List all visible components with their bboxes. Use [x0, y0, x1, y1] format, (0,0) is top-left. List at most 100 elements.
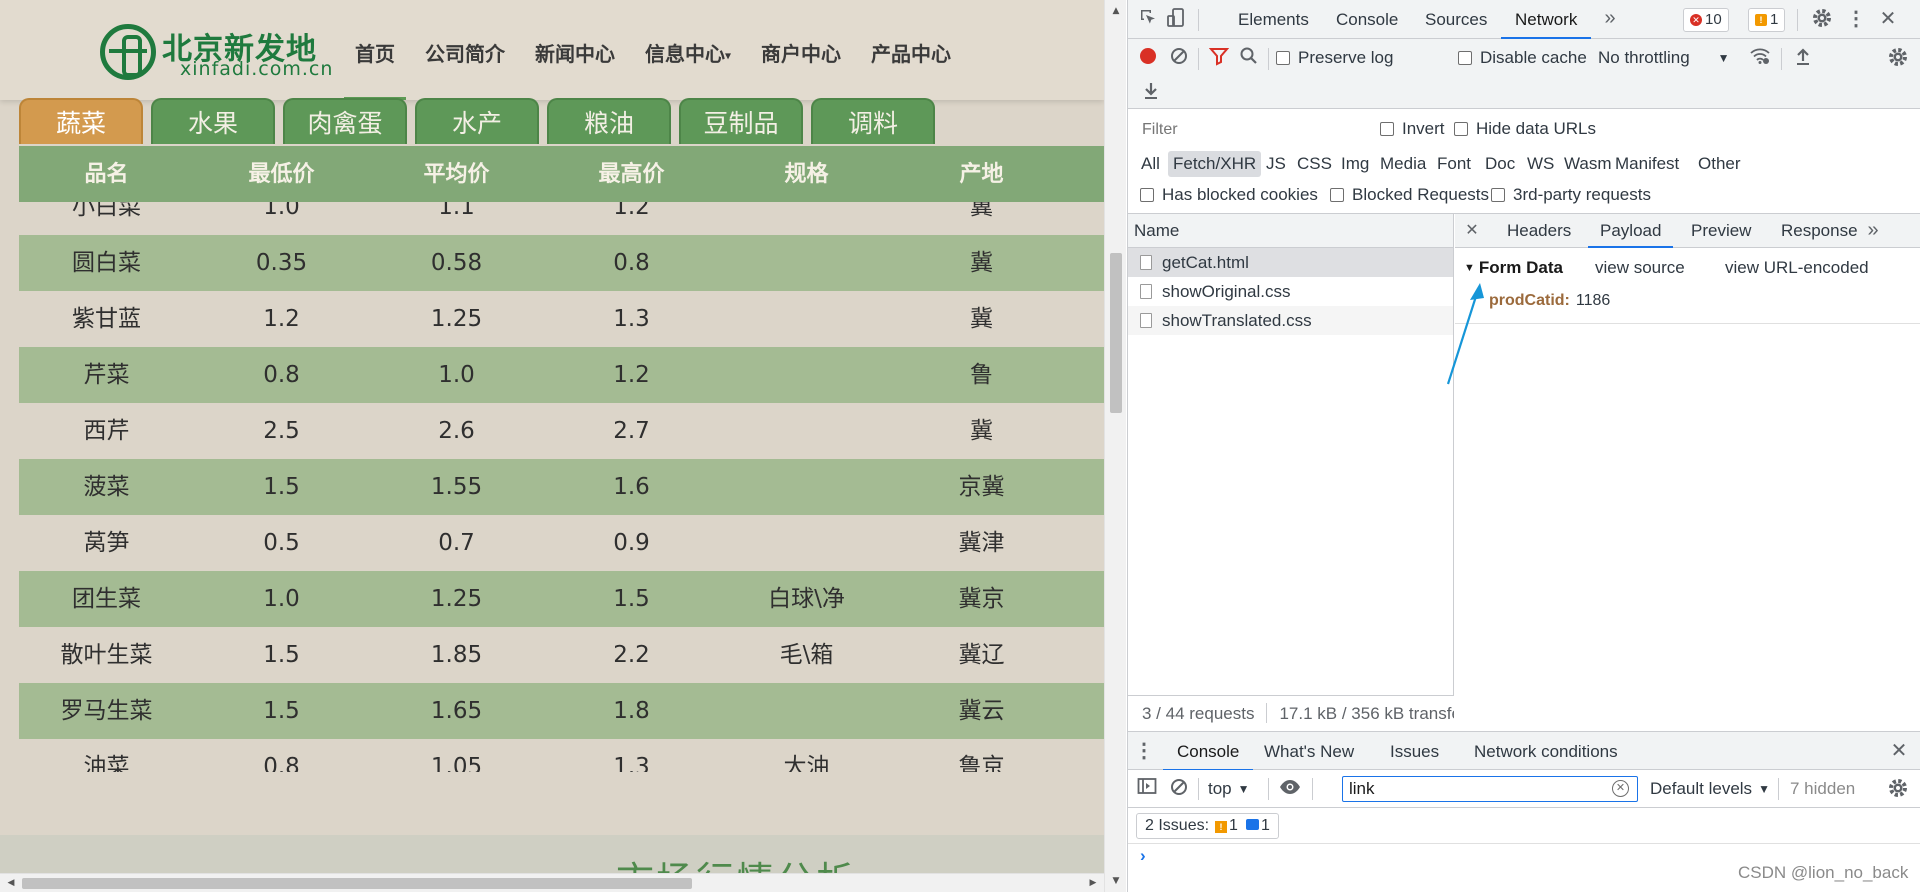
request-row[interactable]: showOriginal.css	[1128, 277, 1453, 306]
tab-sources[interactable]: Sources	[1425, 0, 1487, 38]
nav-home[interactable]: 首页	[340, 0, 410, 100]
close-drawer-icon[interactable]: ✕	[1888, 739, 1910, 763]
nav-info-center[interactable]: 信息中心▾	[630, 0, 746, 100]
tab-aquatic[interactable]: 水产	[415, 98, 539, 144]
console-filter-input[interactable]	[1342, 776, 1638, 802]
clear-filter-icon[interactable]: ✕	[1612, 780, 1629, 797]
tab-payload[interactable]: Payload	[1587, 214, 1674, 248]
export-har-icon[interactable]	[1140, 80, 1162, 106]
issues-label: 2 Issues:	[1145, 817, 1210, 834]
scroll-left-icon[interactable]: ◀	[2, 874, 20, 892]
third-party-requests-checkbox[interactable]: 3rd-party requests	[1491, 185, 1651, 205]
request-row[interactable]: getCat.html	[1128, 248, 1453, 277]
table-row: 团生菜 1.0 1.25 1.5 白球\净 冀京	[19, 571, 1104, 627]
live-expression-eye-icon[interactable]	[1278, 777, 1302, 801]
type-filter-ws[interactable]: WS	[1522, 151, 1559, 177]
tab-elements[interactable]: Elements	[1238, 0, 1309, 38]
type-filter-manifest[interactable]: Manifest	[1610, 151, 1684, 177]
network-settings-gear-icon[interactable]	[1886, 46, 1910, 74]
issues-chip[interactable]: 2 Issues:! 1 1	[1136, 813, 1279, 839]
drawer-tab-issues[interactable]: Issues	[1390, 732, 1439, 770]
scroll-down-icon[interactable]: ▼	[1105, 872, 1127, 890]
record-icon[interactable]	[1137, 46, 1159, 72]
type-filter-all[interactable]: All	[1136, 151, 1165, 177]
scroll-up-icon[interactable]: ▲	[1105, 2, 1127, 20]
tab-grain-oil[interactable]: 粮油	[547, 98, 671, 144]
filter-funnel-icon[interactable]	[1208, 46, 1230, 72]
network-filter-input[interactable]	[1138, 117, 1368, 143]
tab-headers[interactable]: Headers	[1507, 214, 1571, 247]
nav-merchant-center[interactable]: 商户中心	[746, 0, 856, 100]
view-url-encoded-link[interactable]: view URL-encoded	[1725, 258, 1869, 278]
inspect-element-icon[interactable]	[1136, 7, 1160, 33]
type-filter-font[interactable]: Font	[1432, 151, 1476, 177]
tab-vegetables[interactable]: 蔬菜	[19, 98, 143, 144]
tab-soy-products[interactable]: 豆制品	[679, 98, 803, 144]
warning-count-badge[interactable]: ! 1	[1748, 8, 1786, 32]
drawer-tab-console[interactable]: Console	[1162, 732, 1254, 771]
nav-product-center[interactable]: 产品中心	[856, 0, 966, 100]
network-conditions-wifi-icon[interactable]	[1748, 46, 1772, 72]
drawer-tab-whats-new[interactable]: What's New	[1264, 732, 1354, 770]
disable-cache-checkbox[interactable]: Disable cache	[1458, 46, 1587, 70]
drawer-tab-network-conditions[interactable]: Network conditions	[1474, 732, 1618, 770]
cell-avg-price: 1.0	[438, 362, 475, 388]
form-data-header[interactable]: ▼ Form Data	[1464, 258, 1563, 278]
nav-company-profile[interactable]: 公司简介	[410, 0, 520, 100]
request-row[interactable]: showTranslated.css	[1128, 306, 1453, 335]
table-body[interactable]: 小白菜 1.0 1.1 1.2 冀圆白菜 0.35 0.58 0.8 冀紫甘蓝 1.2 1.25 1.…	[19, 202, 1104, 772]
clear-log-icon[interactable]	[1168, 46, 1190, 72]
hide-data-urls-checkbox[interactable]: Hide data URLs	[1454, 119, 1596, 139]
type-filter-other[interactable]: Other	[1693, 151, 1746, 177]
horizontal-scrollbar[interactable]: ◀ ▶	[0, 873, 1104, 892]
type-filter-img[interactable]: Img	[1336, 151, 1374, 177]
tab-console[interactable]: Console	[1336, 0, 1398, 38]
view-source-link[interactable]: view source	[1595, 258, 1685, 278]
dropdown-caret-icon: ▾	[725, 48, 732, 63]
tab-response[interactable]: Response	[1781, 214, 1858, 247]
context-selector[interactable]: top ▼	[1208, 777, 1250, 801]
console-prompt-icon[interactable]: ›	[1140, 846, 1146, 866]
settings-gear-icon[interactable]	[1810, 7, 1834, 35]
invert-checkbox[interactable]: Invert	[1380, 119, 1445, 139]
preserve-log-checkbox[interactable]: Preserve log	[1276, 46, 1393, 70]
more-detail-tabs-icon[interactable]: »	[1865, 218, 1881, 242]
type-filter-css[interactable]: CSS	[1292, 151, 1337, 177]
type-filter-wasm[interactable]: Wasm	[1559, 151, 1617, 177]
scroll-right-icon[interactable]: ▶	[1084, 874, 1102, 892]
tab-network[interactable]: Network	[1500, 0, 1592, 39]
console-settings-gear-icon[interactable]	[1886, 777, 1910, 805]
type-filter-doc[interactable]: Doc	[1480, 151, 1520, 177]
tab-meat-poultry-eggs[interactable]: 肉禽蛋	[283, 98, 407, 144]
form-field-row: prodCatid: 1186	[1489, 292, 1610, 310]
close-devtools-icon[interactable]: ✕	[1876, 7, 1900, 31]
console-sidebar-toggle-icon[interactable]	[1136, 777, 1158, 801]
device-toolbar-icon[interactable]	[1164, 7, 1188, 35]
more-tabs-icon[interactable]: »	[1602, 6, 1618, 30]
tab-fruits[interactable]: 水果	[151, 98, 275, 144]
clear-console-icon[interactable]	[1168, 777, 1190, 803]
more-options-icon[interactable]: ⋮	[1846, 7, 1866, 31]
type-filter-js[interactable]: JS	[1261, 151, 1291, 177]
vertical-scrollbar[interactable]: ▲ ▼	[1104, 0, 1126, 892]
horizontal-scroll-thumb[interactable]	[22, 878, 692, 889]
site-logo[interactable]: 北京新发地 xinfadi.com.cn	[100, 22, 332, 82]
name-column-header[interactable]: Name	[1128, 214, 1453, 248]
throttling-select[interactable]: No throttling ▼	[1598, 46, 1730, 70]
table-row: 油菜 0.8 1.05 1.3 大油 鲁京	[19, 739, 1104, 772]
toolbar-divider	[1198, 48, 1199, 70]
tab-preview[interactable]: Preview	[1691, 214, 1751, 247]
vertical-scroll-thumb[interactable]	[1110, 253, 1122, 413]
drawer-menu-icon[interactable]: ⋮	[1134, 739, 1154, 763]
search-icon[interactable]	[1238, 46, 1260, 72]
blocked-requests-checkbox[interactable]: Blocked Requests	[1330, 185, 1489, 205]
type-filter-media[interactable]: Media	[1375, 151, 1431, 177]
import-har-icon[interactable]	[1792, 46, 1814, 72]
tab-seasonings[interactable]: 调料	[811, 98, 935, 144]
type-filter-fetch-xhr[interactable]: Fetch/XHR	[1168, 151, 1262, 177]
close-detail-icon[interactable]: ✕	[1463, 219, 1481, 243]
nav-news-center[interactable]: 新闻中心	[520, 0, 630, 100]
has-blocked-cookies-checkbox[interactable]: Has blocked cookies	[1140, 185, 1318, 205]
error-count-badge[interactable]: ✕ 10	[1683, 8, 1729, 32]
log-levels-select[interactable]: Default levels ▼	[1650, 777, 1770, 801]
